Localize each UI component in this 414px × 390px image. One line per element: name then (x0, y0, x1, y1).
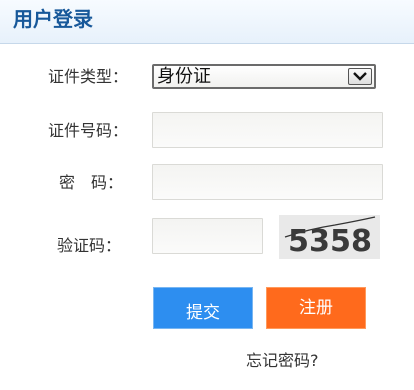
password-input[interactable] (152, 164, 383, 200)
page-title: 用户登录 (13, 7, 93, 31)
id-type-select[interactable]: 身份证 (152, 64, 376, 89)
captcha-text: 5358 (288, 224, 372, 259)
captcha-label: 验证码： (57, 236, 122, 255)
submit-button[interactable]: 提交 (153, 287, 253, 329)
id-type-label: 证件类型： (48, 67, 129, 86)
password-label: 密 码： (59, 173, 124, 192)
id-number-input[interactable] (152, 112, 383, 148)
forgot-password-link[interactable]: 忘记密码? (246, 350, 319, 372)
id-type-selected-value: 身份证 (157, 66, 211, 87)
chevron-down-icon[interactable] (348, 68, 372, 85)
login-header: 用户登录 (0, 0, 414, 44)
captcha-input[interactable] (152, 218, 263, 254)
register-button[interactable]: 注册 (266, 287, 366, 329)
captcha-image[interactable]: 5358 (279, 215, 380, 259)
id-number-label: 证件号码： (48, 121, 129, 140)
